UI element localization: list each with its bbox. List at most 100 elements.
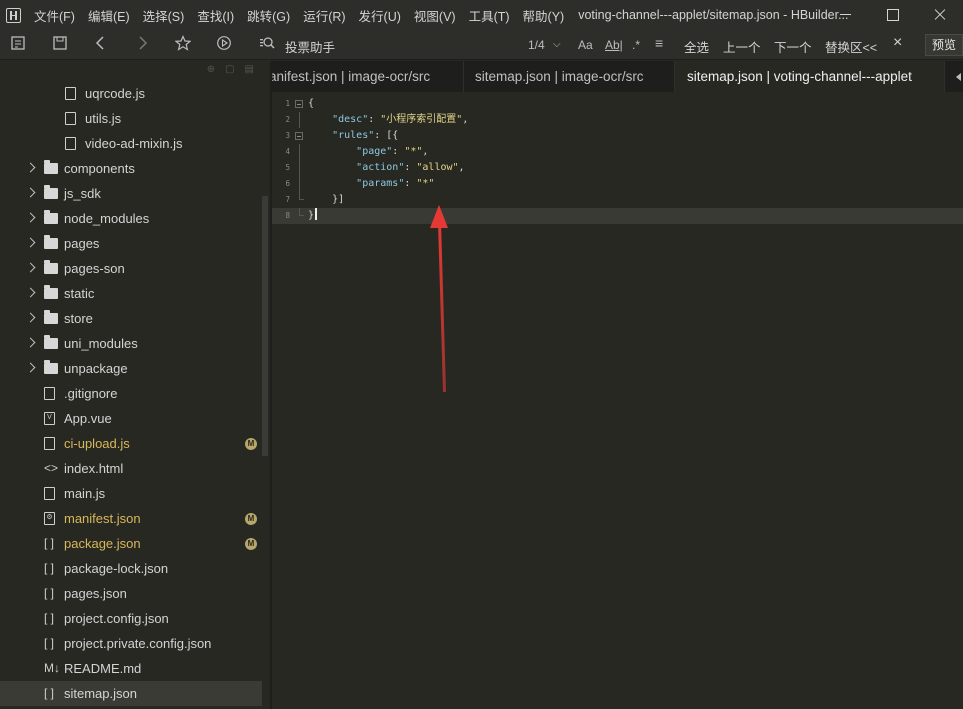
tree-item-label: js_sdk bbox=[64, 186, 101, 201]
tree-folder[interactable]: pages bbox=[0, 231, 262, 256]
whole-word-toggle[interactable]: Ab| bbox=[605, 38, 623, 52]
token-brace: { bbox=[308, 98, 315, 109]
match-count: 1/4 bbox=[528, 38, 545, 52]
chevron-right-icon[interactable] bbox=[25, 212, 36, 223]
maximize-icon[interactable] bbox=[869, 0, 916, 30]
tree-file[interactable]: ⚙ manifest.json M bbox=[0, 506, 262, 531]
tree-file[interactable]: [ ] package-lock.json bbox=[0, 556, 262, 581]
menu-file[interactable]: 文件(F) bbox=[34, 6, 75, 25]
tree-file[interactable]: video-ad-mixin.js bbox=[0, 131, 262, 156]
tree-item-label: main.js bbox=[64, 486, 106, 501]
fold-toggle-icon[interactable] bbox=[295, 100, 303, 108]
regex-toggle[interactable]: .* bbox=[632, 38, 640, 52]
tree-folder[interactable]: components bbox=[0, 156, 262, 181]
token-value-action: "allow" bbox=[416, 162, 459, 173]
back-icon[interactable] bbox=[91, 35, 111, 55]
tree-folder[interactable]: static bbox=[0, 281, 262, 306]
tab-sitemap-voting-channel[interactable]: sitemap.json | voting-channel---applet bbox=[675, 61, 945, 92]
line-number: 8 bbox=[285, 211, 290, 220]
menu-find[interactable]: 查找(I) bbox=[197, 6, 234, 25]
chevron-right-icon[interactable] bbox=[25, 287, 36, 298]
close-find-button[interactable]: × bbox=[893, 34, 902, 52]
tab-overflow-icon[interactable] bbox=[956, 73, 961, 81]
tree-file[interactable]: ci-upload.js M bbox=[0, 431, 262, 456]
gutter-row: 1 bbox=[272, 96, 963, 112]
tree-file[interactable]: [ ] sitemap.json bbox=[0, 681, 262, 706]
forward-icon[interactable] bbox=[132, 35, 152, 55]
tree-folder[interactable]: unpackage bbox=[0, 356, 262, 381]
folder-icon bbox=[44, 185, 58, 199]
project-selector[interactable]: 投票助手 bbox=[285, 37, 335, 56]
chevron-right-icon[interactable] bbox=[25, 162, 36, 173]
tree-item-label: README.md bbox=[64, 661, 142, 676]
token-key-desc: "desc" bbox=[332, 114, 369, 125]
tree-file[interactable]: <> index.html bbox=[0, 456, 262, 481]
menu-publish[interactable]: 发行(U) bbox=[359, 6, 401, 25]
close-window-icon[interactable] bbox=[916, 0, 963, 30]
tree-item-label: static bbox=[64, 286, 95, 301]
js-file-icon bbox=[44, 437, 55, 450]
tab-sitemap-image-ocr[interactable]: sitemap.json | image-ocr/src bbox=[464, 61, 675, 92]
tree-item-label: project.config.json bbox=[64, 611, 169, 626]
code-line-5: "action": "allow", bbox=[356, 162, 465, 173]
preview-button[interactable]: 预览 bbox=[925, 34, 963, 56]
tree-folder[interactable]: js_sdk bbox=[0, 181, 262, 206]
chevron-right-icon[interactable] bbox=[25, 362, 36, 373]
gutter-row: 8 bbox=[272, 208, 963, 224]
tree-folder[interactable]: uni_modules bbox=[0, 331, 262, 356]
fold-toggle-icon[interactable] bbox=[295, 132, 303, 140]
menu-view[interactable]: 视图(V) bbox=[414, 6, 456, 25]
tree-file[interactable]: uqrcode.js bbox=[0, 81, 262, 106]
find-next-button[interactable]: 下一个 bbox=[774, 37, 812, 56]
search-icon[interactable] bbox=[257, 35, 277, 55]
chevron-right-icon[interactable] bbox=[25, 337, 36, 348]
tab-manifest-image-ocr[interactable]: anifest.json | image-ocr/src bbox=[272, 61, 464, 92]
star-icon[interactable] bbox=[173, 35, 193, 55]
tree-file[interactable]: .gitignore bbox=[0, 381, 262, 406]
run-icon[interactable] bbox=[214, 35, 234, 55]
fold-end-marker bbox=[299, 192, 304, 200]
tree-item-label: .gitignore bbox=[64, 386, 118, 401]
menu-select[interactable]: 选择(S) bbox=[143, 6, 185, 25]
vue-file-icon: V bbox=[44, 412, 55, 425]
menu-edit[interactable]: 编辑(E) bbox=[88, 6, 130, 25]
tree-folder[interactable]: store bbox=[0, 306, 262, 331]
match-dropdown-icon[interactable]: ⌵ bbox=[553, 39, 561, 50]
save-icon[interactable] bbox=[50, 35, 70, 55]
tree-file[interactable]: V App.vue bbox=[0, 406, 262, 431]
tree-file[interactable]: [ ] project.config.json bbox=[0, 606, 262, 631]
menu-help[interactable]: 帮助(Y) bbox=[523, 6, 565, 25]
minimize-icon[interactable] bbox=[822, 0, 869, 30]
tree-file[interactable]: M↓ README.md bbox=[0, 656, 262, 681]
tree-file[interactable]: utils.js bbox=[0, 106, 262, 131]
token-root-close: } bbox=[308, 210, 315, 221]
replace-toggle-button[interactable]: 替换区<< bbox=[825, 37, 877, 56]
tree-file[interactable]: main.js bbox=[0, 481, 262, 506]
menu-run[interactable]: 运行(R) bbox=[303, 6, 345, 25]
multiline-toggle[interactable]: ≡ bbox=[655, 35, 663, 51]
tree-item-label: pages bbox=[64, 236, 100, 251]
js-file-icon bbox=[65, 137, 76, 150]
match-case-toggle[interactable]: Aa bbox=[578, 38, 593, 52]
select-all-button[interactable]: 全选 bbox=[684, 37, 709, 56]
outline-icon[interactable] bbox=[8, 35, 28, 55]
code-editor[interactable]: 1 2 3 4 5 6 7 8 { "desc": "小程序索引配置", "rules": [… bbox=[272, 92, 963, 709]
explorer-scrollbar[interactable] bbox=[262, 196, 268, 456]
menu-goto[interactable]: 跳转(G) bbox=[247, 6, 290, 25]
editor-tabs: anifest.json | image-ocr/src sitemap.jso… bbox=[272, 61, 963, 92]
find-prev-button[interactable]: 上一个 bbox=[723, 37, 761, 56]
tree-file[interactable]: [ ] project.private.config.json bbox=[0, 631, 262, 656]
chevron-right-icon[interactable] bbox=[25, 312, 36, 323]
chevron-right-icon[interactable] bbox=[25, 237, 36, 248]
menu-tools[interactable]: 工具(T) bbox=[469, 6, 510, 25]
chevron-right-icon[interactable] bbox=[25, 187, 36, 198]
tree-item-label: App.vue bbox=[64, 411, 112, 426]
tree-folder[interactable]: pages-son bbox=[0, 256, 262, 281]
json-file-icon: [ ] bbox=[44, 536, 55, 550]
tree-file[interactable]: [ ] pages.json bbox=[0, 581, 262, 606]
tree-file[interactable]: [ ] package.json M bbox=[0, 531, 262, 556]
tree-folder[interactable]: node_modules bbox=[0, 206, 262, 231]
json-file-icon: [ ] bbox=[44, 561, 55, 575]
chevron-right-icon[interactable] bbox=[25, 262, 36, 273]
gutter-row: 7 bbox=[272, 192, 963, 208]
